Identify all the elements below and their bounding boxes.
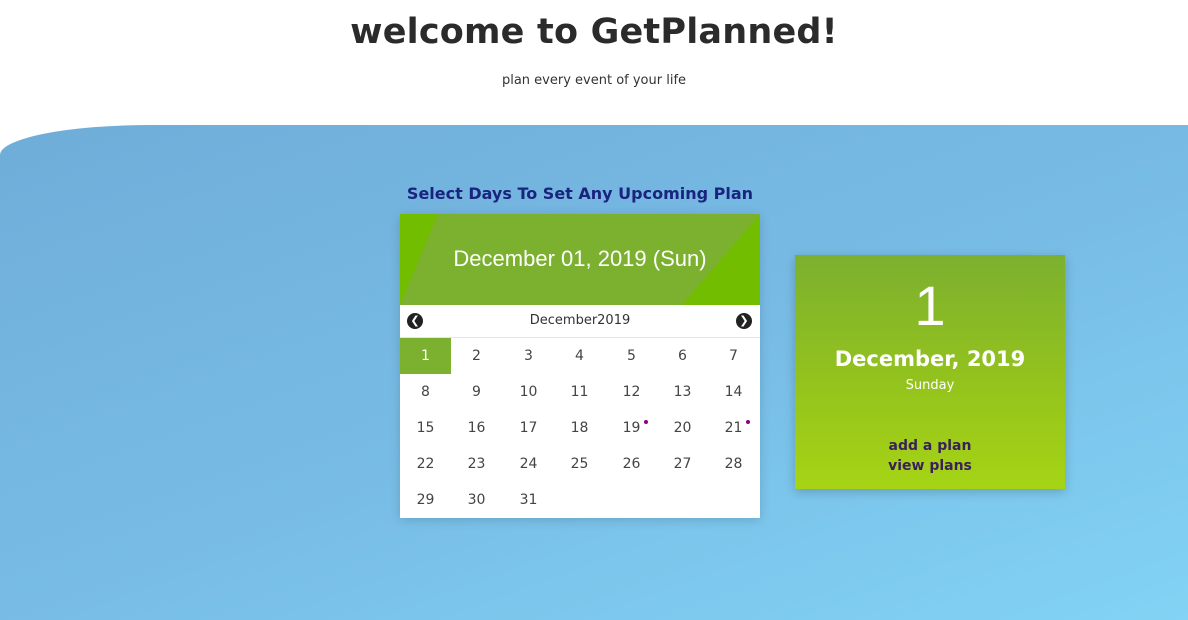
calendar-day-21[interactable]: 21 [708,410,759,446]
calendar-day-27[interactable]: 27 [657,446,708,482]
selected-weekday: Sunday [905,378,955,393]
calendar-day-19[interactable]: 19 [606,410,657,446]
calendar-day-11[interactable]: 11 [554,374,605,410]
calendar-day-12[interactable]: 12 [606,374,657,410]
calendar-day-7[interactable]: 7 [708,338,759,374]
calendar-day-26[interactable]: 26 [606,446,657,482]
page-title: welcome to GetPlanned! [350,12,838,52]
calendar-day-14[interactable]: 14 [708,374,759,410]
selected-day-card: 1 December, 2019 Sunday add a plan view … [795,255,1065,489]
calendar-day-29[interactable]: 29 [400,482,451,518]
selected-day-number: 1 [914,274,946,337]
page-subtitle: plan every event of your life [501,73,687,88]
calendar-section-title: Select Days To Set Any Upcoming Plan [406,184,754,203]
calendar-day-6[interactable]: 6 [657,338,708,374]
calendar-day-28[interactable]: 28 [708,446,759,482]
calendar-day-8[interactable]: 8 [400,374,451,410]
month-navigation-bar: ❮ December2019 ❯ [400,305,760,338]
month-year-label: December2019 [529,313,631,328]
calendar-day-24[interactable]: 24 [503,446,554,482]
calendar-widget: December 01, 2019 (Sun) ❮ December2019 ❯… [400,214,760,518]
calendar-day-22[interactable]: 22 [400,446,451,482]
calendar-day-16[interactable]: 16 [451,410,502,446]
calendar-day-23[interactable]: 23 [451,446,502,482]
calendar-day-13[interactable]: 13 [657,374,708,410]
selected-month-year: December, 2019 [834,347,1026,371]
hero-header: welcome to GetPlanned! plan every event … [0,0,1188,125]
calendar-day-3[interactable]: 3 [503,338,554,374]
calendar-day-20[interactable]: 20 [657,410,708,446]
plan-indicator-dot [746,420,750,424]
calendar-day-2[interactable]: 2 [451,338,502,374]
calendar-day-17[interactable]: 17 [503,410,554,446]
calendar-day-18[interactable]: 18 [554,410,605,446]
calendar-day-30[interactable]: 30 [451,482,502,518]
calendar-day-10[interactable]: 10 [503,374,554,410]
add-plan-link[interactable]: add a plan [795,438,1065,454]
plan-indicator-dot [644,420,648,424]
calendar-day-31[interactable]: 31 [503,482,554,518]
chevron-right-circle-icon[interactable]: ❯ [736,313,752,329]
calendar-day-9[interactable]: 9 [451,374,502,410]
calendar-day-4[interactable]: 4 [554,338,605,374]
calendar-day-25[interactable]: 25 [554,446,605,482]
view-plans-link[interactable]: view plans [795,458,1065,474]
calendar-header: December 01, 2019 (Sun) [400,214,760,305]
selected-date-display: December 01, 2019 (Sun) [453,246,707,271]
calendar-day-15[interactable]: 15 [400,410,451,446]
calendar-day-5[interactable]: 5 [606,338,657,374]
calendar-day-1[interactable]: 1 [400,338,451,374]
